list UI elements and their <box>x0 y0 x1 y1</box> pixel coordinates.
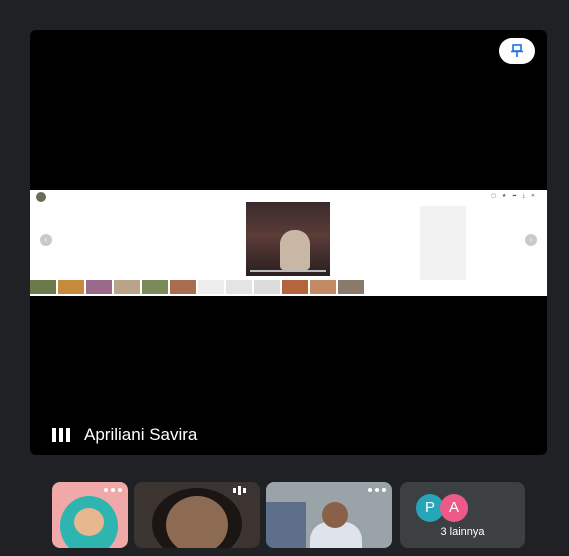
main-video-tile[interactable]: ▢★➦⤓✕ ‹ › Apriliani Savira <box>30 30 547 455</box>
speaking-indicator-icon <box>233 486 246 495</box>
thumbnail <box>338 280 364 294</box>
participant-tile[interactable] <box>266 482 392 548</box>
thumbnail <box>86 280 112 294</box>
shared-side-image <box>420 206 466 280</box>
thumbnail <box>282 280 308 294</box>
shared-thumbnail-strip <box>30 280 364 294</box>
shared-photo <box>246 202 330 276</box>
shared-prev-arrow-icon: ‹ <box>40 234 52 246</box>
background-shelf <box>266 502 306 548</box>
shared-next-arrow-icon: › <box>525 234 537 246</box>
more-options-icon[interactable] <box>368 488 386 492</box>
more-participants-tile[interactable]: P A 3 lainnya <box>400 482 525 548</box>
thumbnail <box>58 280 84 294</box>
participant-face <box>166 496 228 548</box>
thumbnail <box>198 280 224 294</box>
participant-face <box>74 508 104 536</box>
participant-tile[interactable] <box>52 482 128 548</box>
thumbnail <box>226 280 252 294</box>
participant-tile[interactable] <box>134 482 260 548</box>
photo-person <box>280 230 310 270</box>
shared-screen-header <box>36 192 50 202</box>
pin-icon <box>511 44 523 57</box>
more-participants-label: 3 lainnya <box>440 526 485 538</box>
avatar-a: A <box>440 494 468 522</box>
pin-button[interactable] <box>499 38 535 64</box>
thumbnail <box>30 280 56 294</box>
thumbnail <box>254 280 280 294</box>
audio-level-icon <box>52 428 70 442</box>
more-options-icon[interactable] <box>104 488 122 492</box>
thumbnail <box>142 280 168 294</box>
thumbnail <box>170 280 196 294</box>
participant-label: Apriliani Savira <box>52 425 197 445</box>
participant-face <box>322 502 348 528</box>
participant-name: Apriliani Savira <box>84 425 198 444</box>
thumbnail <box>310 280 336 294</box>
thumbnail <box>114 280 140 294</box>
shared-screen-content: ▢★➦⤓✕ ‹ › <box>30 190 547 296</box>
shared-avatar <box>36 192 46 202</box>
shared-toolbar-icons: ▢★➦⤓✕ <box>491 193 541 199</box>
photo-progress-bar <box>250 270 326 272</box>
